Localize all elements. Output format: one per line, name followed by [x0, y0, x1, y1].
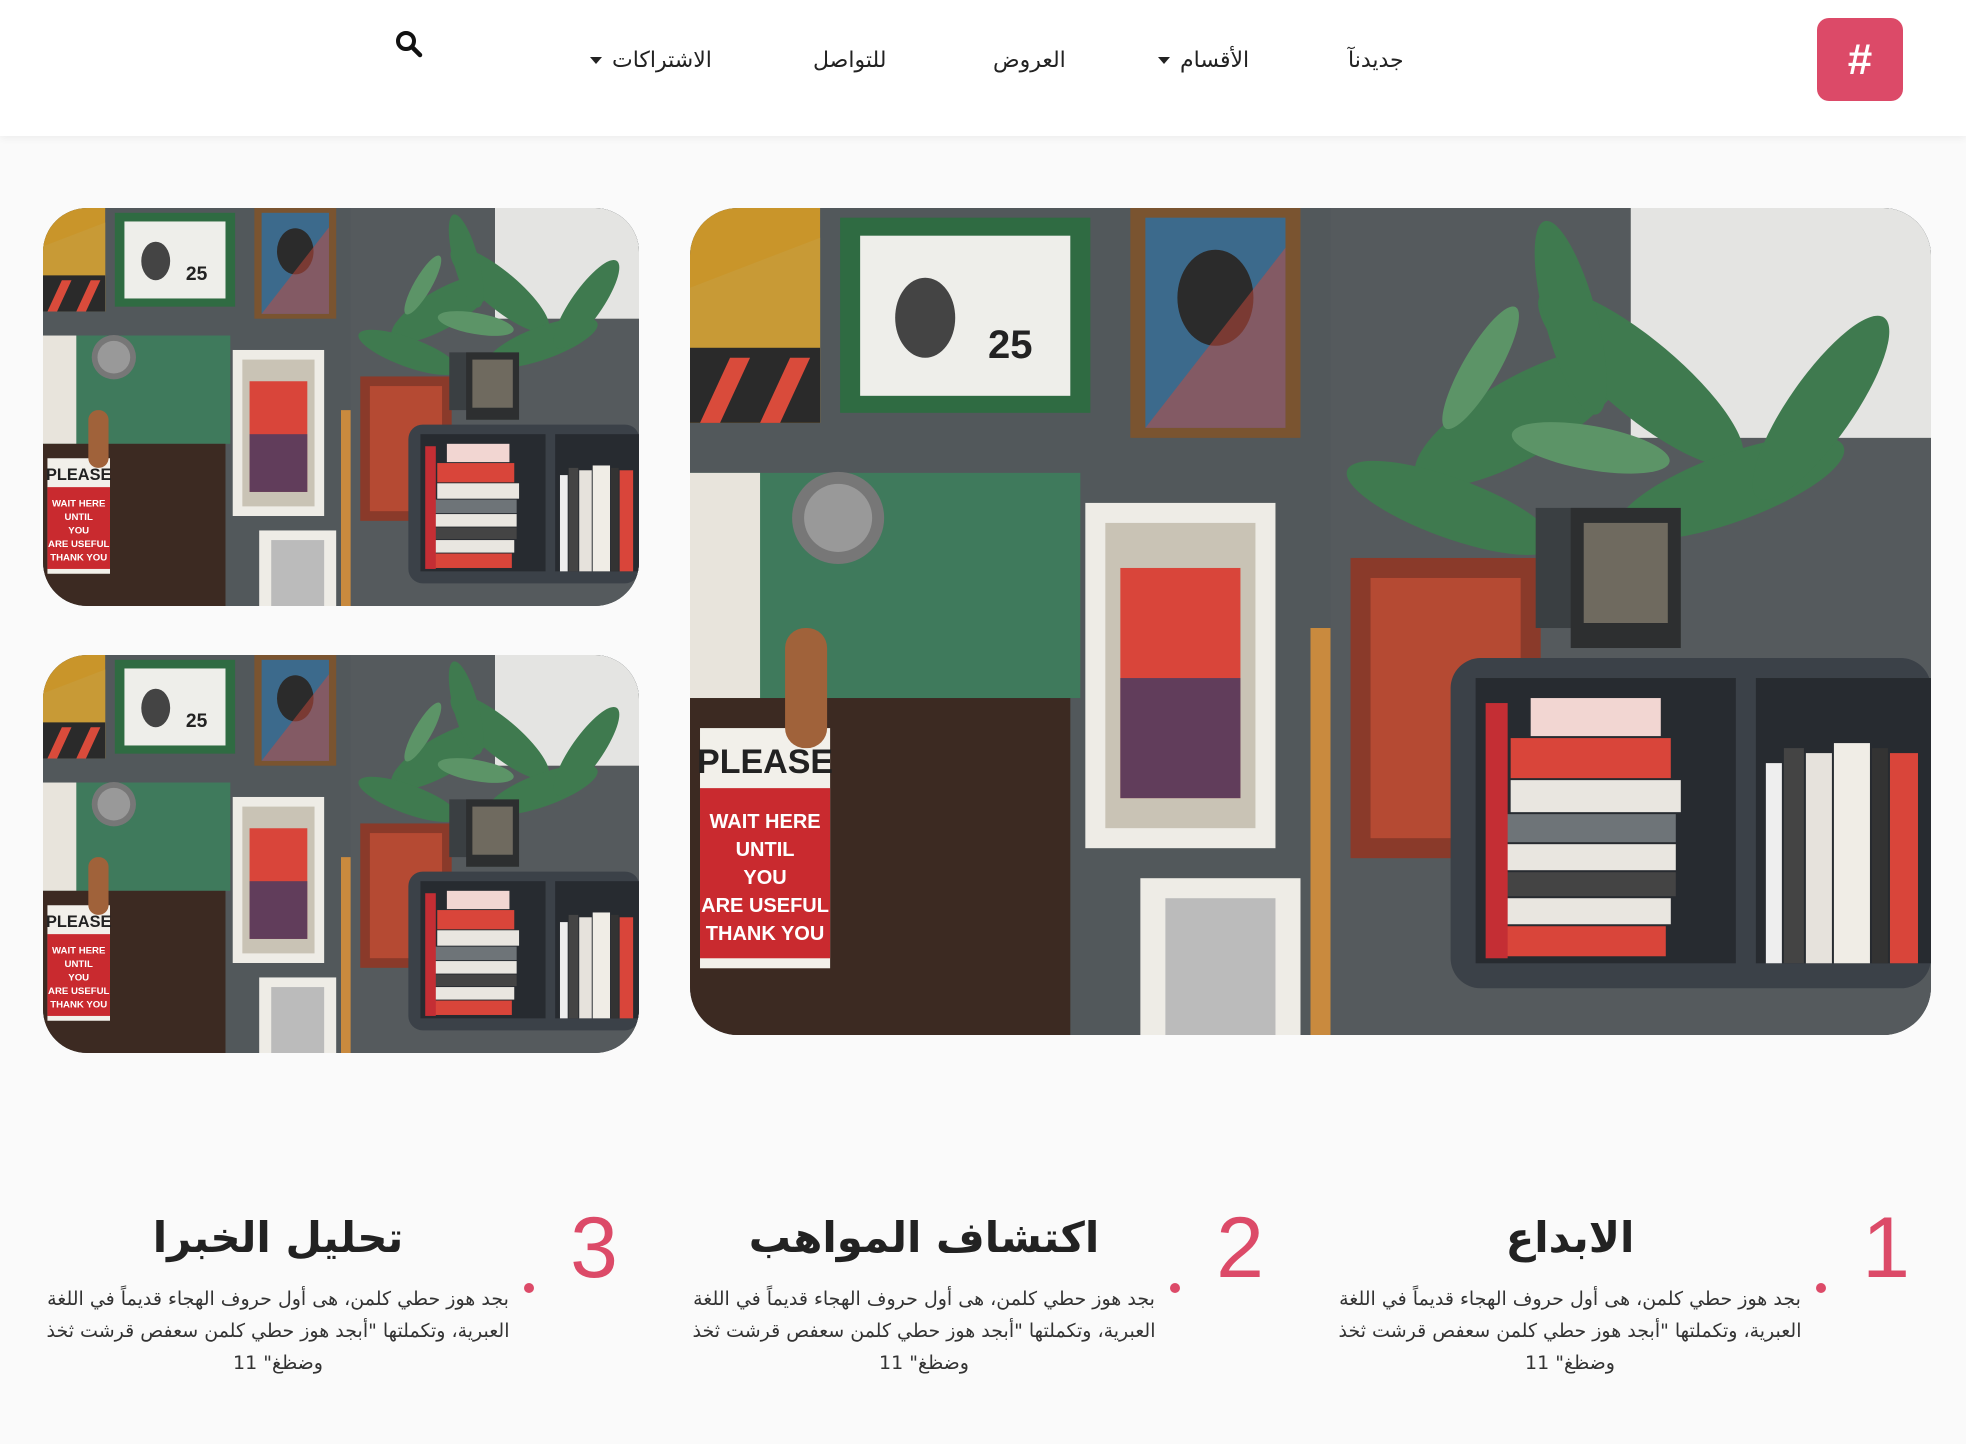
feature-description: بجد هوز حطي كلمن، هى أول حروف الهجاء قدي… [692, 1288, 1156, 1374]
feature-number: 2 [1216, 1200, 1264, 1296]
bullet-dot-icon [1816, 1283, 1826, 1293]
caret-down-icon [1158, 56, 1170, 64]
gallery-thumb-image-1[interactable] [43, 208, 639, 606]
feature-number: 1 [1862, 1200, 1910, 1296]
nav-item-contact[interactable]: للتواصل [813, 42, 886, 78]
hash-icon: # [1847, 34, 1873, 84]
search-icon [396, 31, 423, 58]
nav-label: جديدنآ [1348, 47, 1404, 73]
gallery-main-image[interactable] [690, 208, 1931, 1035]
nav-label: الاشتراكات [612, 47, 712, 73]
site-header: # جديدنآ الأقسام العروض للتواصل الاشتراك… [0, 0, 1966, 136]
gallery-thumb-image-2[interactable] [43, 655, 639, 1053]
feature-title: الابداع [1505, 1213, 1635, 1262]
feature-title: اكتشاف المواهب [748, 1213, 1100, 1262]
nav-label: العروض [993, 47, 1066, 73]
caret-down-icon [590, 56, 602, 64]
bullet-dot-icon [524, 1283, 534, 1293]
bullet-dot-icon [1170, 1283, 1180, 1293]
feature-number: 3 [570, 1200, 618, 1296]
feature-item-1: 1 الابداع بجد هوز حطي كلمن، هى أول حروف … [1338, 1200, 1910, 1385]
search-button[interactable] [394, 29, 424, 59]
nav-item-subscriptions[interactable]: الاشتراكات [590, 42, 712, 78]
nav-item-offers[interactable]: العروض [993, 42, 1066, 78]
nav-item-new[interactable]: جديدنآ [1348, 42, 1404, 78]
nav-item-categories[interactable]: الأقسام [1158, 42, 1249, 78]
logo-button[interactable]: # [1817, 18, 1903, 101]
photo-image [690, 208, 1931, 1035]
nav-label: للتواصل [813, 47, 887, 73]
photo-image [43, 655, 639, 1053]
photo-image [43, 208, 639, 606]
nav-label: الأقسام [1180, 47, 1250, 73]
feature-description: بجد هوز حطي كلمن، هى أول حروف الهجاء قدي… [1338, 1288, 1802, 1374]
feature-description: بجد هوز حطي كلمن، هى أول حروف الهجاء قدي… [46, 1288, 510, 1374]
feature-item-2: 2 اكتشاف المواهب بجد هوز حطي كلمن، هى أو… [692, 1200, 1264, 1385]
feature-item-3: 3 تحليل الخبرا بجد هوز حطي كلمن، هى أول … [46, 1200, 618, 1385]
feature-title: تحليل الخبرا [152, 1213, 404, 1262]
